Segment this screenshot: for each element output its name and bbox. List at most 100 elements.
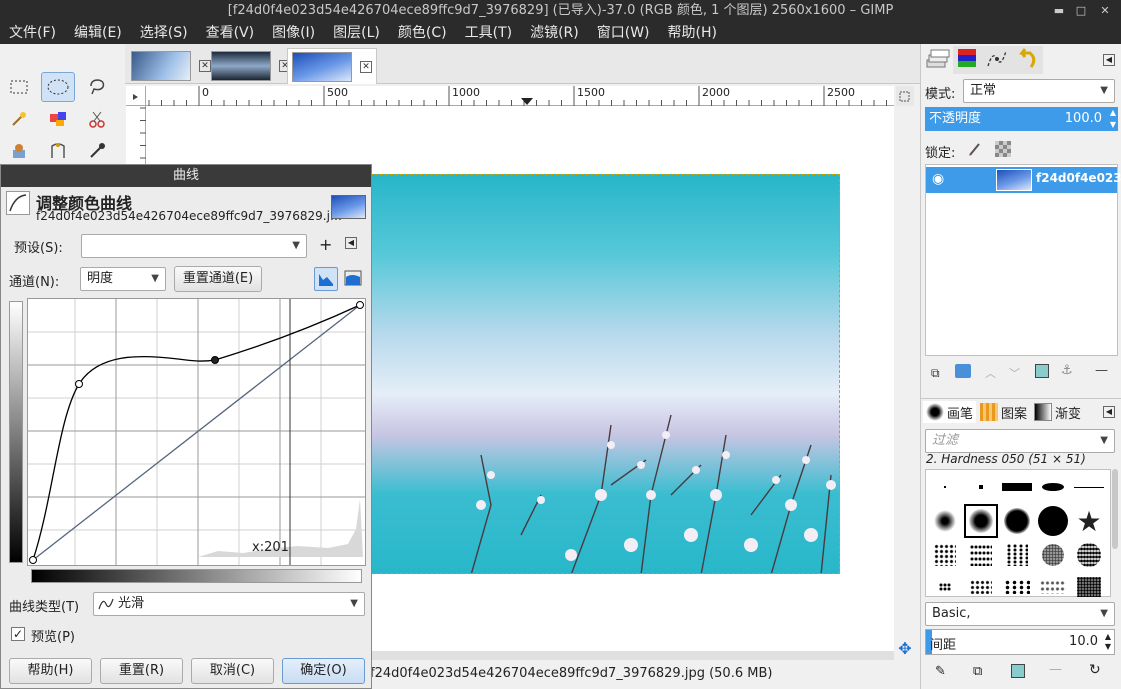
help-button[interactable]: 帮助(H) bbox=[9, 658, 92, 684]
star-brush-icon[interactable]: ★ bbox=[1072, 504, 1106, 538]
layers-tab-icon[interactable] bbox=[923, 46, 953, 74]
brush-item[interactable] bbox=[928, 538, 962, 572]
reset-button[interactable]: 重置(R) bbox=[100, 658, 183, 684]
menu-image[interactable]: 图像(I) bbox=[263, 22, 324, 44]
ellipse-select-icon[interactable] bbox=[41, 72, 75, 102]
preset-menu-icon[interactable]: ◀ bbox=[345, 237, 357, 249]
tab-brushes[interactable]: 画笔 bbox=[923, 401, 977, 423]
brush-grid[interactable]: ★ bbox=[925, 469, 1111, 597]
lock-alpha-icon[interactable] bbox=[995, 141, 1011, 157]
new-layer-icon[interactable]: ⧉ bbox=[931, 366, 940, 381]
mode-combo[interactable]: 正常 ▼ bbox=[963, 79, 1115, 103]
new-brush-icon[interactable]: ⧉ bbox=[973, 664, 982, 679]
curve-graph[interactable]: x:201 bbox=[27, 298, 366, 566]
opacity-slider[interactable]: 不透明度 100.0 ▲ ▼ bbox=[925, 107, 1118, 131]
paths-tab-icon[interactable] bbox=[983, 46, 1013, 74]
spacing-slider[interactable]: 间距 10.0 ▲ ▼ bbox=[925, 629, 1115, 655]
brush-item[interactable] bbox=[928, 470, 962, 504]
reset-channel-button[interactable]: 重置通道(E) bbox=[174, 266, 262, 292]
anchor-layer-icon[interactable]: ⚓ bbox=[1061, 363, 1073, 378]
image-photo[interactable] bbox=[370, 174, 840, 574]
brush-item-selected[interactable] bbox=[964, 504, 998, 538]
brush-item[interactable] bbox=[1036, 570, 1070, 604]
undo-history-tab-icon[interactable] bbox=[1013, 46, 1043, 74]
menu-help[interactable]: 帮助(H) bbox=[659, 22, 726, 44]
scissors-icon[interactable] bbox=[80, 104, 114, 134]
maximize-icon[interactable]: □ bbox=[1074, 4, 1088, 18]
brush-item[interactable] bbox=[1072, 570, 1106, 604]
spin-arrows-icon[interactable]: ▲ ▼ bbox=[1105, 632, 1111, 652]
brush-item[interactable] bbox=[1036, 504, 1070, 538]
refresh-icon[interactable]: ↻ bbox=[1089, 662, 1101, 678]
brush-item[interactable] bbox=[964, 538, 998, 572]
eye-icon[interactable]: ◉ bbox=[932, 171, 944, 187]
menu-file[interactable]: 文件(F) bbox=[0, 22, 65, 44]
delete-layer-icon[interactable]: — bbox=[1095, 363, 1108, 378]
dock-menu-icon[interactable]: ◀ bbox=[1103, 54, 1115, 66]
layer-name[interactable]: f24d0f4e023d bbox=[1036, 171, 1121, 185]
close-icon[interactable]: ✕ bbox=[1098, 4, 1112, 18]
lock-pixels-icon[interactable] bbox=[967, 141, 983, 161]
linear-histogram-icon[interactable] bbox=[314, 267, 338, 291]
edit-brush-icon[interactable]: ✎ bbox=[935, 664, 946, 679]
paths-icon[interactable] bbox=[41, 136, 75, 166]
menu-colors[interactable]: 颜色(C) bbox=[389, 22, 456, 44]
duplicate-layer-icon[interactable] bbox=[1035, 364, 1049, 378]
raise-layer-icon[interactable]: ︿ bbox=[985, 365, 996, 381]
brush-item[interactable] bbox=[928, 570, 962, 604]
brush-item[interactable] bbox=[1000, 570, 1034, 604]
brush-item[interactable] bbox=[1072, 538, 1106, 572]
ruler-corner[interactable] bbox=[126, 86, 146, 106]
menu-layer[interactable]: 图层(L) bbox=[324, 22, 389, 44]
brush-item[interactable] bbox=[1000, 504, 1034, 538]
horizontal-ruler[interactable]: 0 500 1000 1500 2000 2500 bbox=[146, 86, 894, 106]
dock-menu-icon[interactable]: ◀ bbox=[1103, 406, 1115, 418]
brush-preset-combo[interactable]: Basic, ▼ bbox=[925, 602, 1115, 626]
tab-gradients[interactable]: 渐变 bbox=[1031, 401, 1084, 423]
rect-select-icon[interactable] bbox=[2, 72, 36, 102]
duplicate-brush-icon[interactable] bbox=[1011, 664, 1025, 678]
brush-filter-combo[interactable]: 过滤 ▼ bbox=[925, 429, 1115, 453]
spin-arrows-icon[interactable]: ▲ ▼ bbox=[1110, 107, 1116, 131]
layer-row[interactable]: ◉ f24d0f4e023d bbox=[926, 167, 1121, 193]
brush-item[interactable] bbox=[1036, 538, 1070, 572]
brush-item[interactable] bbox=[928, 504, 962, 538]
navigate-icon[interactable]: ✥ bbox=[896, 640, 914, 658]
menu-windows[interactable]: 窗口(W) bbox=[588, 22, 659, 44]
close-tab-icon[interactable]: ✕ bbox=[360, 60, 372, 73]
new-layer-group-icon[interactable] bbox=[955, 364, 971, 378]
select-by-color-icon[interactable] bbox=[41, 104, 75, 134]
brush-item[interactable] bbox=[1000, 470, 1034, 504]
channel-combo[interactable]: 明度 ▼ bbox=[80, 267, 166, 291]
menu-view[interactable]: 查看(V) bbox=[197, 22, 264, 44]
menu-filters[interactable]: 滤镜(R) bbox=[521, 22, 588, 44]
delete-brush-icon[interactable]: — bbox=[1049, 662, 1062, 677]
add-preset-icon[interactable]: + bbox=[319, 235, 332, 254]
foreground-select-icon[interactable] bbox=[2, 136, 36, 166]
brush-item[interactable] bbox=[964, 570, 998, 604]
channels-tab-icon[interactable] bbox=[953, 46, 983, 74]
lasso-icon[interactable] bbox=[80, 72, 114, 102]
brush-item[interactable] bbox=[964, 470, 998, 504]
menu-tools[interactable]: 工具(T) bbox=[456, 22, 521, 44]
fuzzy-select-icon[interactable] bbox=[2, 104, 36, 134]
brush-item[interactable] bbox=[1072, 470, 1106, 504]
curve-type-combo[interactable]: 光滑 ▼ bbox=[93, 592, 365, 616]
minimize-icon[interactable]: ▬ bbox=[1052, 4, 1066, 18]
menu-edit[interactable]: 编辑(E) bbox=[65, 22, 131, 44]
image-tab-1[interactable]: ✕ bbox=[127, 48, 215, 84]
ok-button[interactable]: 确定(O) bbox=[282, 658, 365, 684]
lower-layer-icon[interactable]: ﹀ bbox=[1009, 365, 1020, 381]
preview-checkbox[interactable]: ✓ bbox=[11, 627, 25, 641]
menu-select[interactable]: 选择(S) bbox=[131, 22, 197, 44]
brush-item[interactable] bbox=[1000, 538, 1034, 572]
preset-combo[interactable]: ▼ bbox=[81, 234, 307, 258]
brush-item[interactable] bbox=[1036, 470, 1070, 504]
cancel-button[interactable]: 取消(C) bbox=[191, 658, 274, 684]
tab-patterns[interactable]: 图案 bbox=[977, 401, 1030, 423]
brush-grid-scrollbar[interactable] bbox=[1112, 469, 1118, 549]
image-tab-3[interactable]: ✕ bbox=[287, 48, 377, 84]
color-picker-icon[interactable] bbox=[80, 136, 114, 166]
zoom-fit-icon[interactable] bbox=[896, 86, 914, 106]
image-tab-2[interactable]: ✕ bbox=[207, 48, 295, 84]
